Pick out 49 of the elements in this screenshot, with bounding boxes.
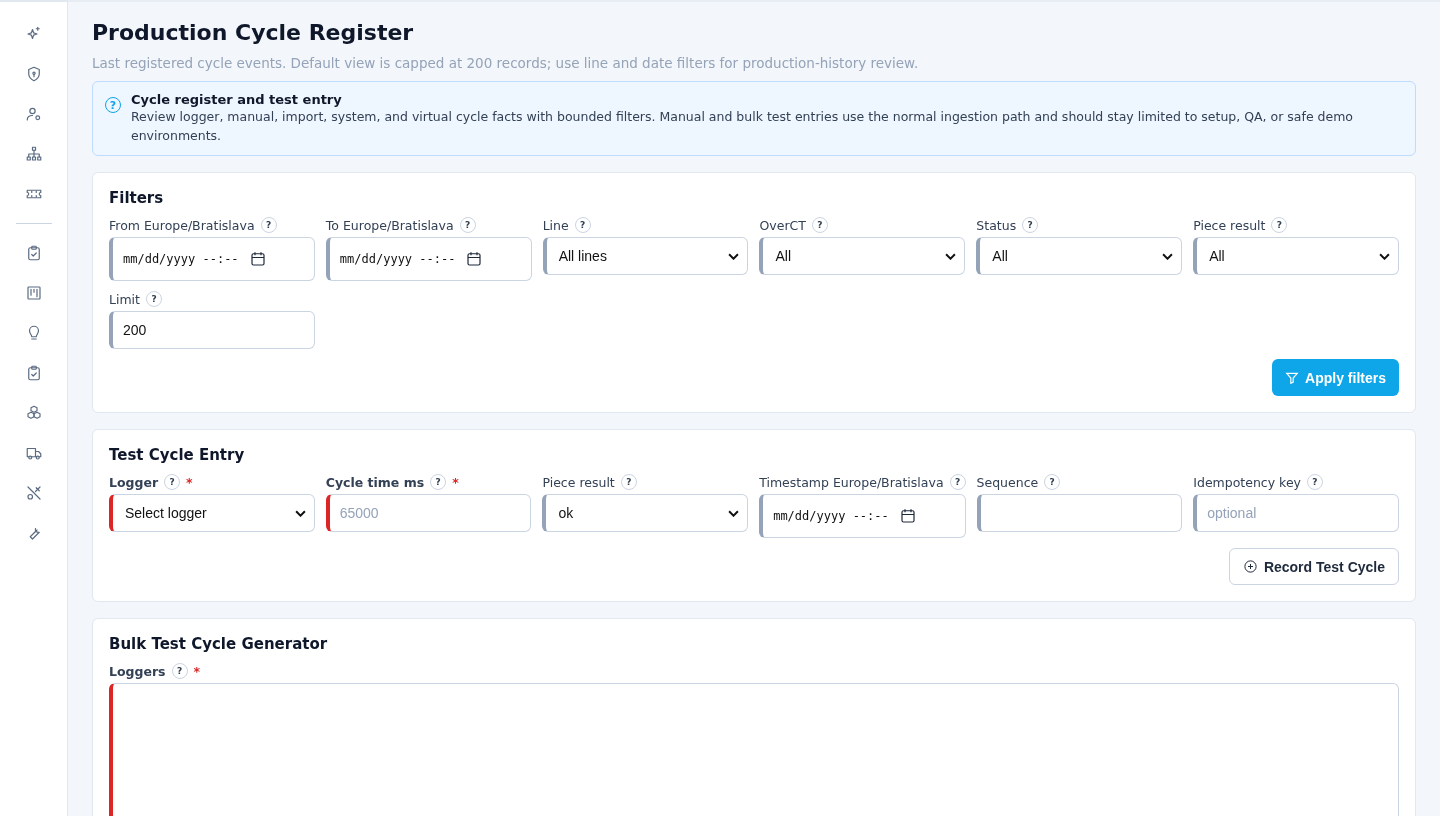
field-label: To Europe/Bratislava [325,217,454,233]
date-field[interactable]: mm/dd/yyyy --:-- [109,237,315,281]
select-field[interactable]: Select logger [109,494,315,532]
page-subtitle: Last registered cycle events. Default view is capped at 200 records; use line and date filters for production-history review. [92,55,920,71]
field-label: Logger [109,474,159,490]
select-field[interactable]: ok [542,494,749,532]
chevron-down-icon [728,509,740,517]
plus-circle-icon [1242,559,1258,574]
card-title: Bulk Test Cycle Generator [109,635,329,653]
select-field[interactable]: All [976,237,1183,275]
field-label: Piece result [1193,217,1266,233]
required-mark: * [452,474,459,490]
chevron-down-icon [1379,252,1390,260]
input-field[interactable] [976,494,1183,532]
chevron-down-icon [728,252,740,260]
select-field[interactable]: All lines [542,237,749,275]
select-field[interactable]: All [759,237,966,275]
field-label: Line [542,217,569,233]
field-label: Status [976,217,1017,233]
calendar-icon [465,250,484,268]
date-field[interactable]: mm/dd/yyyy --:-- [325,237,532,281]
field-label: Cycle time ms [325,474,425,490]
required-mark: * [186,474,193,490]
calendar-icon [248,250,267,268]
field-label: Loggers [109,663,166,679]
date-field[interactable]: mm/dd/yyyy --:-- [759,494,966,538]
field-label: Piece result [542,474,615,490]
card-title: Test Cycle Entry [109,446,246,464]
field-label: Limit [109,291,140,307]
chevron-down-icon [294,509,306,517]
select-field[interactable]: All [1193,237,1399,275]
field-label: Idempotency key [1193,474,1301,490]
chevron-down-icon [945,252,957,260]
notice-title: Cycle register and test entry [131,92,343,107]
field-label: OverCT [759,217,806,233]
field-label: From Europe/Bratislava [109,217,255,233]
card-title: Filters [109,189,165,207]
input-field[interactable]: optional [1193,494,1399,532]
page-title: Production Cycle Register [92,20,415,45]
required-mark: * [193,663,201,679]
field-label: Sequence [976,474,1039,490]
filter-icon [1285,370,1300,385]
calendar-icon [898,507,917,525]
notice-text: Review logger, manual, import, system, and virtual cycle facts with bounded filters. Manual and bulk test entries use the normal ingestion path and should stay limited to setup, QA, or safe demo environments. [131,108,1354,145]
field-label: Timestamp Europe/Bratislava [759,474,944,490]
input-field[interactable]: 200 [109,311,315,349]
chevron-down-icon [1162,252,1174,260]
input-field[interactable]: 65000 [325,494,532,532]
record-button[interactable]: Record Test Cycle [1228,548,1399,585]
